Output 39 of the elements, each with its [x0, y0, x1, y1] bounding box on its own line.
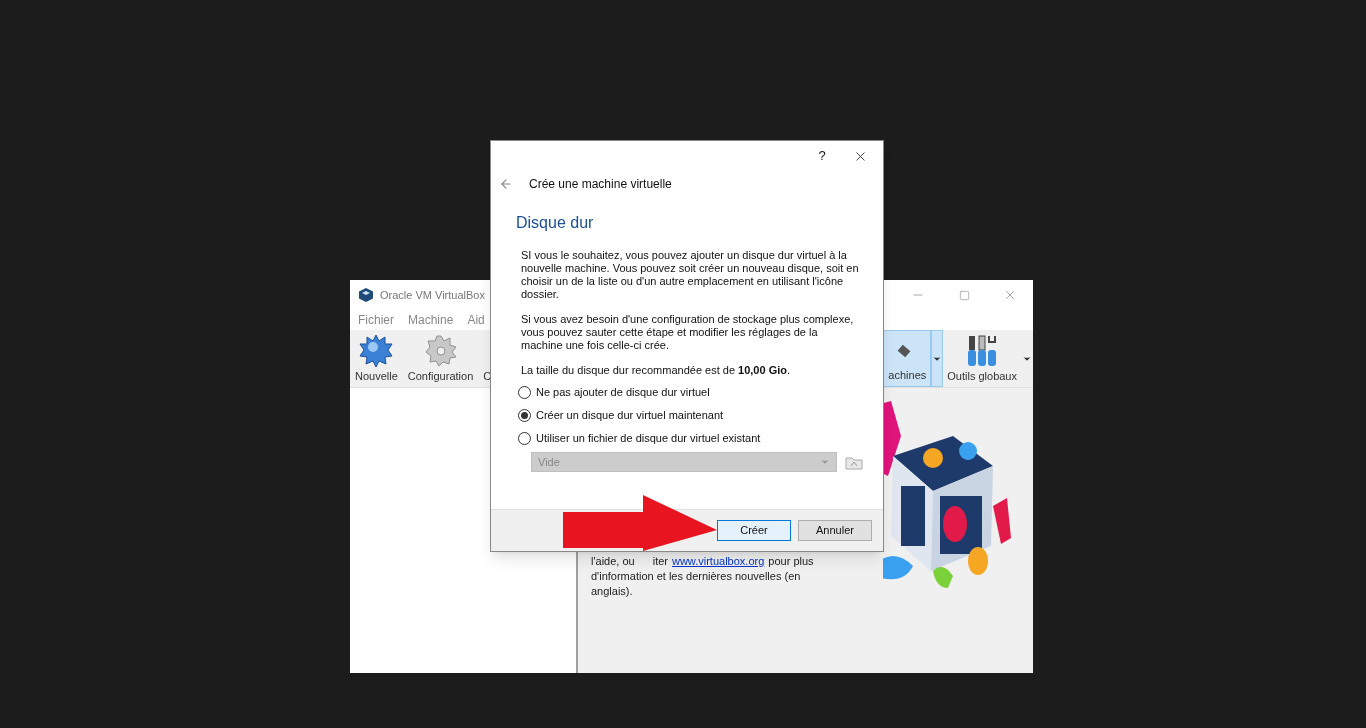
- toolbar-button[interactable]: achines: [883, 330, 932, 387]
- dialog-button[interactable]: Créer: [717, 520, 791, 541]
- toolbar-button[interactable]: C: [478, 330, 497, 387]
- dropdown-button[interactable]: [931, 330, 944, 387]
- tools-icon: [966, 333, 999, 368]
- welcome-text: pour plus: [768, 554, 814, 569]
- section-heading: Disque dur: [516, 213, 595, 233]
- website-link[interactable]: www.virtualbox.org: [672, 554, 765, 569]
- menu-item[interactable]: Aid: [467, 311, 485, 329]
- caret-icon: [820, 457, 830, 467]
- window-title: Oracle VM VirtualBox: [380, 287, 485, 303]
- welcome-text: anglais).: [591, 584, 633, 599]
- back-button[interactable]: [499, 177, 513, 191]
- welcome-text: l'aide, ou: [591, 554, 635, 569]
- app-logo-icon: [358, 287, 374, 303]
- folder-icon[interactable]: [845, 454, 863, 470]
- radio-option[interactable]: Ne pas ajouter de disque dur virtuel: [518, 385, 883, 400]
- wizard-title: Crée une machine virtuelle: [529, 176, 672, 193]
- dialog-button[interactable]: Annuler: [798, 520, 872, 541]
- starburst-icon: [359, 333, 394, 368]
- radio-button[interactable]: [518, 386, 531, 399]
- close-icon: [1003, 288, 1017, 302]
- radio-button[interactable]: [518, 432, 531, 445]
- help-button[interactable]: ?: [807, 141, 837, 171]
- menu-item[interactable]: Fichier: [358, 311, 394, 329]
- radio-option[interactable]: Créer un disque dur virtuel maintenant: [518, 408, 883, 423]
- toolbar-button[interactable]: Nouvelle: [350, 330, 403, 387]
- description-text: SI vous le souhaitez, vous pouvez ajouter un disque dur virtuel à la nouvelle machine. Vous pouvez soit créer un nouveau disque, soit en choisir un de la liste ou d'un autre emplacement en utilisant l'icône dossier.: [521, 249, 860, 301]
- welcome-text: d'information et les dernières nouvelles (en: [591, 569, 801, 584]
- description-text: La taille du disque dur recommandée est de 10,00 Gio.: [521, 364, 792, 377]
- menu-item[interactable]: Machine: [408, 311, 454, 329]
- radio-button[interactable]: [518, 409, 531, 422]
- welcome-text: iter: [652, 554, 668, 569]
- radio-option[interactable]: Utiliser un fichier de disque dur virtuel existant: [518, 431, 883, 446]
- gear-icon: [423, 333, 458, 368]
- maximize-icon: [958, 289, 970, 301]
- toolbar-button[interactable]: Configuration: [402, 330, 479, 387]
- toolbar-button[interactable]: Outils globaux: [943, 330, 1021, 387]
- description-text: Si vous avez besoin d'une configuration de stockage plus complexe, vous pouvez sauter cette étape et modifier les réglages de la machine une fois celle-ci crée.: [521, 313, 855, 352]
